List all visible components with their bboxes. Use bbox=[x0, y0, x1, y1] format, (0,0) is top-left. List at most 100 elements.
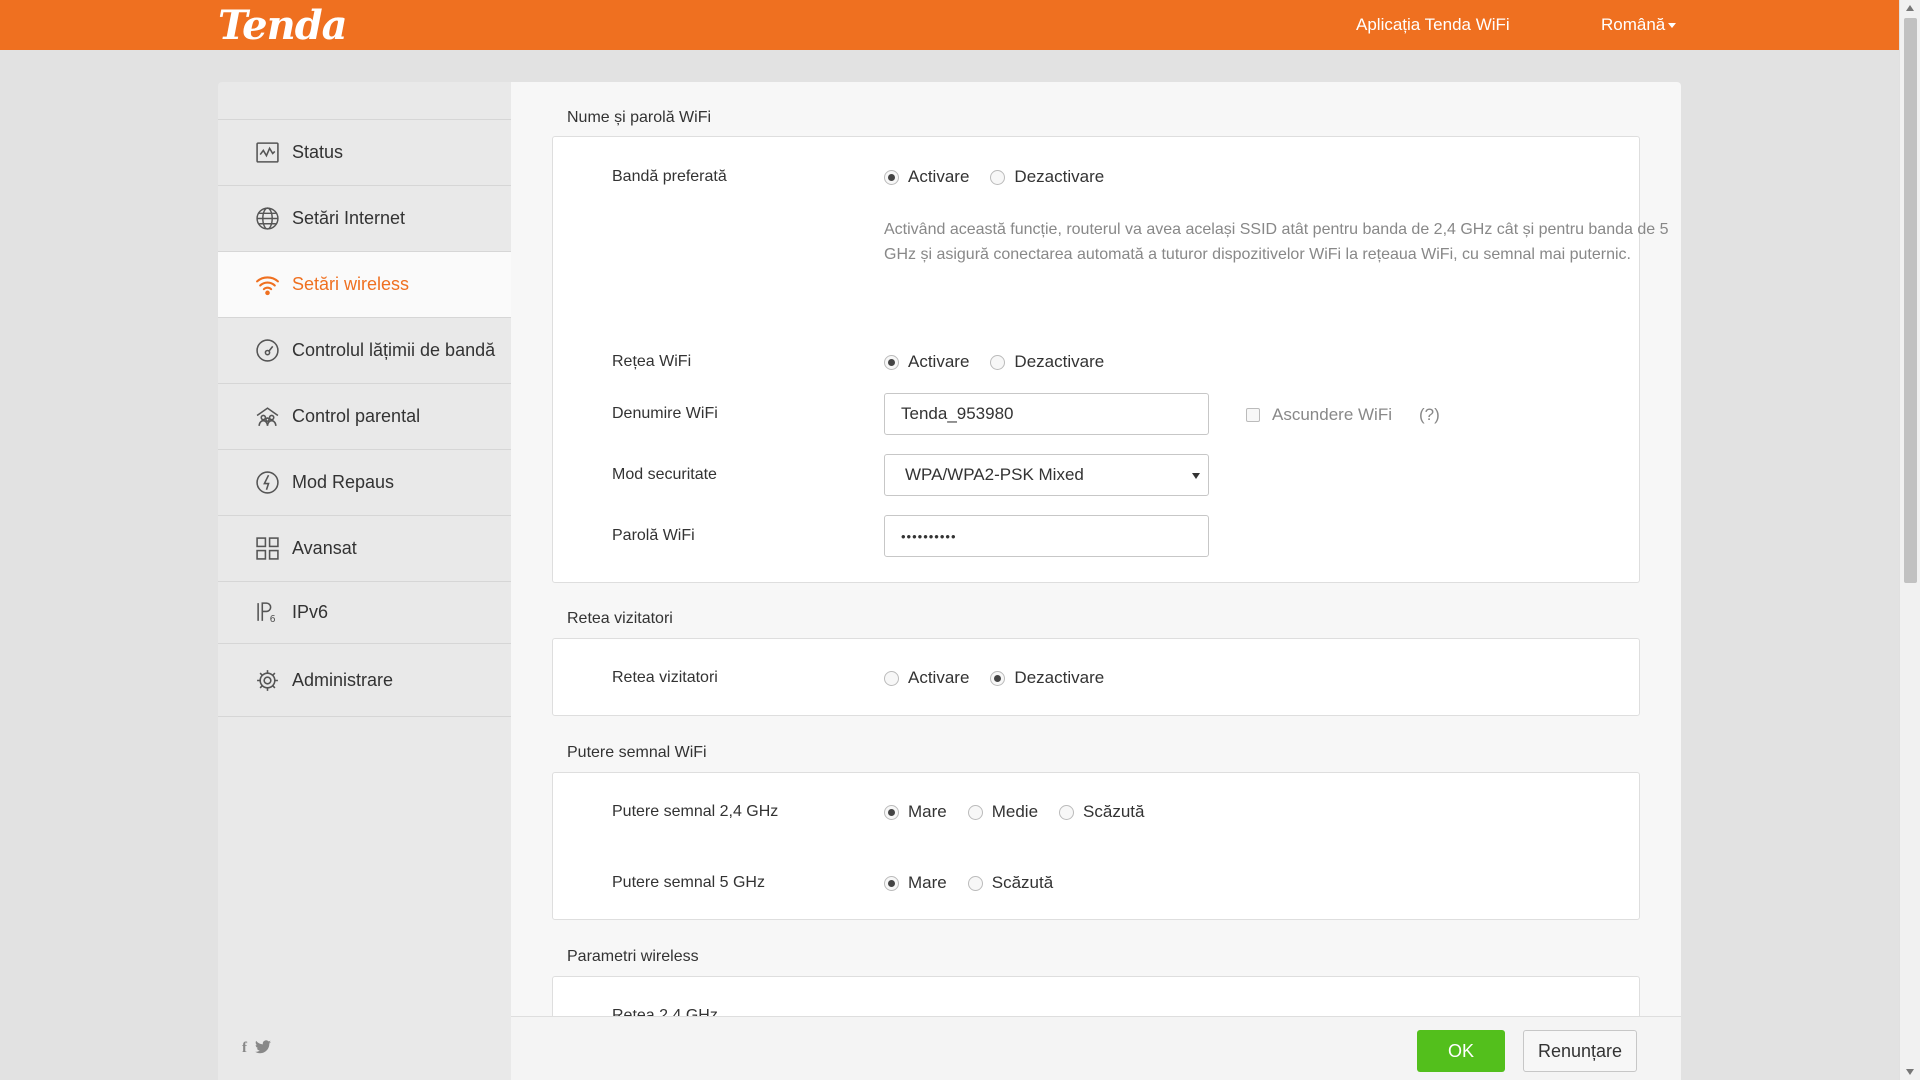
panel-wifi: Bandă preferată Activare Dezactivare Act… bbox=[552, 136, 1668, 583]
radio-button[interactable] bbox=[884, 804, 899, 820]
wifi-network-radios: Activare Dezactivare bbox=[884, 352, 1125, 372]
radio-button[interactable] bbox=[884, 354, 899, 370]
preferred-band-enable[interactable]: Activare bbox=[884, 167, 969, 187]
sidebar: Status Setări Internet Setări wireless C… bbox=[218, 82, 511, 1080]
scroll-down-icon[interactable] bbox=[1906, 1069, 1914, 1075]
sidebar-item-ipv6[interactable]: 6 IPv6 bbox=[218, 581, 511, 643]
sidebar-item-sleep-mode[interactable]: Mod Repaus bbox=[218, 449, 511, 515]
sidebar-item-label: IPv6 bbox=[292, 602, 329, 622]
radio-button[interactable] bbox=[884, 169, 899, 185]
guest-network-disable[interactable]: Dezactivare bbox=[990, 668, 1104, 688]
power-5-label: Putere semnal 5 GHz bbox=[612, 874, 765, 891]
guest-network-label: Retea vizitatori bbox=[612, 669, 718, 686]
wifi-icon bbox=[254, 272, 280, 298]
ipv6-icon: 6 bbox=[254, 600, 280, 626]
guest-network-enable[interactable]: Activare bbox=[884, 668, 969, 688]
facebook-icon[interactable]: f bbox=[242, 1040, 247, 1058]
wifi-network-enable[interactable]: Activare bbox=[884, 352, 969, 372]
section-title-params: Parametri wireless bbox=[567, 948, 699, 965]
panel-power: Putere semnal 2,4 GHz Mare Medie Scăzută… bbox=[552, 772, 1640, 920]
hide-wifi-option: Ascundere WiFi (?) bbox=[1246, 405, 1440, 425]
sidebar-item-bandwidth[interactable]: Controlul lățimii de bandă bbox=[218, 317, 511, 383]
power-24-low[interactable]: Scăzută bbox=[1059, 802, 1144, 822]
hide-wifi-checkbox[interactable] bbox=[1246, 408, 1260, 422]
sidebar-item-label: Avansat bbox=[292, 538, 357, 558]
sidebar-item-label: Setări Internet bbox=[292, 208, 406, 228]
status-icon bbox=[254, 140, 280, 166]
sidebar-divider bbox=[218, 716, 511, 717]
sidebar-item-advanced[interactable]: Avansat bbox=[218, 515, 511, 581]
wifi-password-input[interactable]: •••••••••• bbox=[884, 515, 1209, 557]
radio-label: Dezactivare bbox=[1014, 167, 1105, 186]
grid-icon bbox=[254, 536, 280, 562]
wifi-name-label: Denumire WiFi bbox=[612, 405, 718, 422]
social-links: f bbox=[242, 1040, 271, 1058]
family-icon bbox=[254, 404, 280, 430]
gear-icon bbox=[254, 667, 280, 693]
power-icon bbox=[254, 470, 280, 496]
caret-down-icon bbox=[1668, 23, 1677, 29]
preferred-band-description: Activând această funcție, routerul va av… bbox=[884, 221, 1669, 263]
radio-label: Medie bbox=[991, 802, 1039, 821]
radio-button[interactable] bbox=[1059, 804, 1075, 820]
radio-label: Scăzută bbox=[1083, 802, 1145, 821]
power-5-low[interactable]: Scăzută bbox=[967, 873, 1054, 893]
guest-network-radios: Activare Dezactivare bbox=[884, 668, 1125, 688]
preferred-band-label: Bandă preferată bbox=[612, 168, 727, 185]
wifi-network-disable[interactable]: Dezactivare bbox=[990, 352, 1104, 372]
security-mode-select[interactable]: WPA/WPA2-PSK Mixed bbox=[884, 454, 1209, 496]
scroll-up-icon[interactable] bbox=[1906, 5, 1914, 11]
section-title-wifi: Nume și parolă WiFi bbox=[567, 109, 712, 126]
caret-down-icon bbox=[1192, 473, 1200, 479]
cancel-button[interactable]: Renunțare bbox=[1523, 1030, 1637, 1072]
language-selector[interactable]: Română bbox=[1601, 15, 1677, 35]
power-24-high[interactable]: Mare bbox=[884, 802, 947, 822]
radio-label: Scăzută bbox=[991, 873, 1054, 892]
radio-button[interactable] bbox=[990, 670, 1006, 686]
panel-guest: Retea vizitatori Activare Dezactivare bbox=[552, 638, 1640, 716]
ok-button[interactable]: OK bbox=[1417, 1030, 1505, 1072]
page-scrollbar[interactable] bbox=[1899, 0, 1920, 1080]
sidebar-item-internet[interactable]: Setări Internet bbox=[218, 185, 511, 251]
twitter-icon[interactable] bbox=[255, 1040, 271, 1058]
power-5-high[interactable]: Mare bbox=[884, 873, 947, 893]
wifi-network-label: Rețea WiFi bbox=[612, 353, 692, 370]
sidebar-item-label: Controlul lățimii de bandă bbox=[292, 340, 496, 360]
sidebar-item-label: Mod Repaus bbox=[292, 472, 395, 492]
wifi-password-value: •••••••••• bbox=[901, 528, 957, 544]
radio-button[interactable] bbox=[990, 354, 1006, 370]
wifi-name-input[interactable]: Tenda_953980 bbox=[884, 393, 1209, 435]
sidebar-item-administration[interactable]: Administrare bbox=[218, 643, 511, 716]
radio-label: Activare bbox=[908, 167, 970, 186]
sidebar-item-status[interactable]: Status bbox=[218, 119, 511, 185]
radio-label: Mare bbox=[908, 802, 947, 821]
tenda-app-link[interactable]: Aplicația Tenda WiFi bbox=[1356, 15, 1510, 35]
hide-wifi-label: Ascundere WiFi bbox=[1272, 405, 1392, 424]
power-24-radios: Mare Medie Scăzută bbox=[884, 802, 1165, 822]
preferred-band-disable[interactable]: Dezactivare bbox=[990, 167, 1104, 187]
scroll-thumb[interactable] bbox=[1904, 18, 1917, 583]
radio-button[interactable] bbox=[884, 875, 899, 891]
radio-button[interactable] bbox=[967, 875, 983, 891]
radio-button[interactable] bbox=[990, 169, 1006, 185]
top-bar: Tenda Aplicația Tenda WiFi Română bbox=[0, 0, 1899, 50]
wifi-name-value: Tenda_953980 bbox=[901, 404, 1014, 423]
radio-button[interactable] bbox=[884, 670, 899, 686]
power-5-radios: Mare Scăzută bbox=[884, 873, 1074, 893]
footer-bar: OK Renunțare bbox=[511, 1016, 1681, 1080]
section-title-power: Putere semnal WiFi bbox=[567, 744, 707, 761]
help-icon[interactable]: (?) bbox=[1419, 405, 1440, 425]
tenda-logo[interactable]: Tenda bbox=[218, 2, 348, 49]
sidebar-item-parental[interactable]: Control parental bbox=[218, 383, 511, 449]
wifi-password-label: Parolă WiFi bbox=[612, 527, 695, 544]
sidebar-item-wireless[interactable]: Setări wireless bbox=[218, 251, 511, 317]
power-24-medium[interactable]: Medie bbox=[967, 802, 1039, 822]
language-label: Română bbox=[1601, 15, 1666, 34]
radio-button[interactable] bbox=[967, 804, 983, 820]
radio-label: Dezactivare bbox=[1014, 352, 1105, 371]
security-mode-label: Mod securitate bbox=[612, 466, 717, 483]
gauge-icon bbox=[254, 338, 280, 364]
main-content: Nume și parolă WiFi Bandă preferată Acti… bbox=[511, 82, 1681, 1080]
preferred-band-radios: Activare Dezactivare bbox=[884, 167, 1125, 187]
svg-text:6: 6 bbox=[269, 614, 275, 625]
